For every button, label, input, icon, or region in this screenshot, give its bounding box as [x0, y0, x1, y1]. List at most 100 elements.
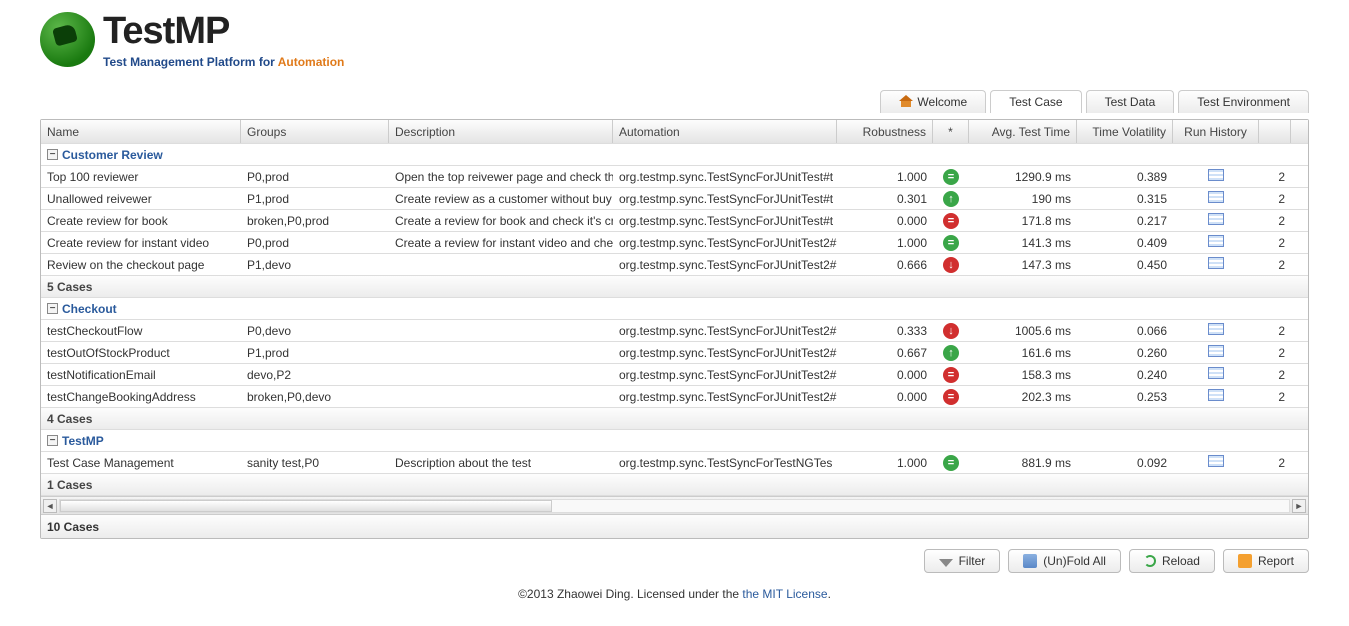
col-volatility[interactable]: Time Volatility [1077, 120, 1173, 143]
cell-extra: 2 [1259, 390, 1291, 404]
app-subtitle: Test Management Platform for Automation [103, 55, 344, 69]
col-automation[interactable]: Automation [613, 120, 837, 143]
history-icon[interactable] [1208, 191, 1224, 203]
cell-groups: sanity test,P0 [241, 456, 389, 470]
cell-volatility: 0.253 [1077, 390, 1173, 404]
cell-history[interactable] [1173, 235, 1259, 250]
status-up-icon: ↑ [943, 191, 959, 207]
horizontal-scrollbar[interactable]: ◄ ► [41, 496, 1308, 514]
reload-icon [1144, 555, 1156, 567]
tab-testenv[interactable]: Test Environment [1178, 90, 1309, 113]
cell-history[interactable] [1173, 191, 1259, 206]
history-icon[interactable] [1208, 345, 1224, 357]
col-groups[interactable]: Groups [241, 120, 389, 143]
table-row[interactable]: Top 100 reviewer P0,prod Open the top re… [41, 166, 1308, 188]
cell-extra: 2 [1259, 214, 1291, 228]
cell-robustness: 1.000 [837, 170, 933, 184]
home-icon [899, 95, 913, 109]
table-row[interactable]: Unallowed reivewer P1,prod Create review… [41, 188, 1308, 210]
cell-robustness: 0.000 [837, 368, 933, 382]
license-link[interactable]: the MIT License [742, 587, 827, 601]
fold-button[interactable]: (Un)Fold All [1008, 549, 1121, 573]
cell-history[interactable] [1173, 213, 1259, 228]
collapse-icon[interactable]: − [47, 149, 58, 160]
cell-name: Create review for book [41, 214, 241, 228]
logo-area: TestMP Test Management Platform for Auto… [40, 10, 1309, 69]
cell-volatility: 0.450 [1077, 258, 1173, 272]
collapse-icon[interactable]: − [47, 435, 58, 446]
scroll-right-icon[interactable]: ► [1292, 499, 1306, 513]
cell-history[interactable] [1173, 389, 1259, 404]
logo-icon [40, 12, 95, 67]
cell-name: testCheckoutFlow [41, 324, 241, 338]
cell-history[interactable] [1173, 323, 1259, 338]
cell-avg-time: 1290.9 ms [969, 170, 1077, 184]
col-name[interactable]: Name [41, 120, 241, 143]
cell-history[interactable] [1173, 455, 1259, 470]
group-header[interactable]: −TestMP [41, 430, 1308, 452]
cell-volatility: 0.315 [1077, 192, 1173, 206]
table-row[interactable]: Create review for instant video P0,prod … [41, 232, 1308, 254]
cell-robustness: 0.301 [837, 192, 933, 206]
cell-avg-time: 161.6 ms [969, 346, 1077, 360]
cell-volatility: 0.066 [1077, 324, 1173, 338]
filter-button[interactable]: Filter [924, 549, 1001, 573]
cell-automation: org.testmp.sync.TestSyncForJUnitTest2# [613, 258, 837, 272]
history-icon[interactable] [1208, 235, 1224, 247]
tab-testcase[interactable]: Test Case [990, 90, 1081, 113]
group-header[interactable]: −Checkout [41, 298, 1308, 320]
cell-description: Open the top reivewer page and check th [389, 170, 613, 184]
tab-testdata[interactable]: Test Data [1086, 90, 1175, 113]
table-row[interactable]: testNotificationEmail devo,P2 org.testmp… [41, 364, 1308, 386]
table-row[interactable]: testCheckoutFlow P0,devo org.testmp.sync… [41, 320, 1308, 342]
cell-name: Top 100 reviewer [41, 170, 241, 184]
app-title: TestMP [103, 10, 344, 53]
history-icon[interactable] [1208, 169, 1224, 181]
cell-robustness: 1.000 [837, 456, 933, 470]
cell-avg-time: 141.3 ms [969, 236, 1077, 250]
cell-volatility: 0.240 [1077, 368, 1173, 382]
table-row[interactable]: Test Case Management sanity test,P0 Desc… [41, 452, 1308, 474]
col-robustness[interactable]: Robustness [837, 120, 933, 143]
collapse-icon[interactable]: − [47, 303, 58, 314]
cell-automation: org.testmp.sync.TestSyncForTestNGTes [613, 456, 837, 470]
history-icon[interactable] [1208, 367, 1224, 379]
col-status[interactable]: * [933, 120, 969, 143]
table-row[interactable]: testChangeBookingAddress broken,P0,devo … [41, 386, 1308, 408]
cell-history[interactable] [1173, 345, 1259, 360]
cell-extra: 2 [1259, 368, 1291, 382]
history-icon[interactable] [1208, 323, 1224, 335]
history-icon[interactable] [1208, 257, 1224, 269]
cell-status: = [933, 235, 969, 251]
cell-robustness: 1.000 [837, 236, 933, 250]
group-header[interactable]: −Customer Review [41, 144, 1308, 166]
table-row[interactable]: testOutOfStockProduct P1,prod org.testmp… [41, 342, 1308, 364]
history-icon[interactable] [1208, 213, 1224, 225]
tab-welcome[interactable]: Welcome [880, 90, 986, 113]
scroll-thumb[interactable] [60, 500, 552, 512]
cell-robustness: 0.333 [837, 324, 933, 338]
history-icon[interactable] [1208, 389, 1224, 401]
col-avg-time[interactable]: Avg. Test Time [969, 120, 1077, 143]
scroll-track[interactable] [59, 499, 1290, 513]
scroll-left-icon[interactable]: ◄ [43, 499, 57, 513]
col-description[interactable]: Description [389, 120, 613, 143]
group-summary: 4 Cases [41, 408, 1308, 430]
table-row[interactable]: Create review for book broken,P0,prod Cr… [41, 210, 1308, 232]
cell-extra: 2 [1259, 456, 1291, 470]
col-run-history[interactable]: Run History [1173, 120, 1259, 143]
grid-total: 10 Cases [41, 514, 1308, 538]
cell-avg-time: 190 ms [969, 192, 1077, 206]
cell-history[interactable] [1173, 367, 1259, 382]
report-button[interactable]: Report [1223, 549, 1309, 573]
reload-button[interactable]: Reload [1129, 549, 1215, 573]
cell-history[interactable] [1173, 257, 1259, 272]
cell-volatility: 0.217 [1077, 214, 1173, 228]
cell-groups: P0,prod [241, 236, 389, 250]
cell-avg-time: 147.3 ms [969, 258, 1077, 272]
cell-name: Review on the checkout page [41, 258, 241, 272]
history-icon[interactable] [1208, 455, 1224, 467]
cell-volatility: 0.389 [1077, 170, 1173, 184]
table-row[interactable]: Review on the checkout page P1,devo org.… [41, 254, 1308, 276]
cell-history[interactable] [1173, 169, 1259, 184]
